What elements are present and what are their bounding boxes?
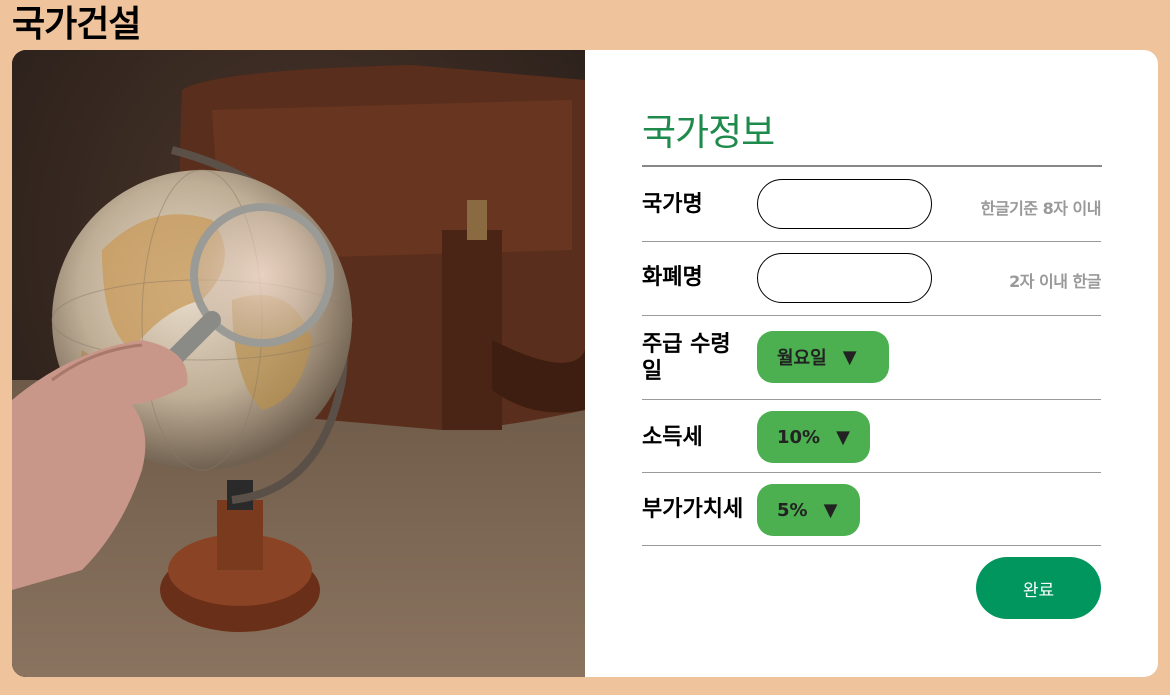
currency-name-label: 화폐명 (642, 265, 703, 290)
vat-row: 부가가치세 5% ▼ (642, 473, 1101, 546)
currency-name-input[interactable] (757, 253, 932, 303)
income-tax-label: 소득세 (642, 425, 703, 450)
main-card: 국가정보 국가명 한글기준 8자 이내 화폐명 2자 이내 한글 주급 수령일 … (12, 50, 1158, 677)
vat-label: 부가가치세 (642, 497, 744, 522)
caret-down-icon: ▼ (842, 346, 857, 368)
page-title: 국가건설 (12, 4, 141, 45)
payday-selected-value: 월요일 (777, 348, 827, 369)
country-info-form: 국가정보 국가명 한글기준 8자 이내 화폐명 2자 이내 한글 주급 수령일 … (642, 50, 1102, 677)
vat-select[interactable]: 5% ▼ (757, 484, 860, 536)
country-name-input[interactable] (757, 179, 932, 229)
income-tax-row: 소득세 10% ▼ (642, 400, 1101, 473)
payday-select[interactable]: 월요일 ▼ (757, 331, 889, 383)
currency-name-row: 화폐명 2자 이내 한글 (642, 242, 1101, 316)
complete-button[interactable]: 완료 (976, 557, 1101, 619)
currency-name-hint: 2자 이내 한글 (1009, 272, 1101, 291)
country-name-row: 국가명 한글기준 8자 이내 (642, 167, 1102, 242)
caret-down-icon: ▼ (836, 426, 850, 448)
caret-down-icon: ▼ (823, 499, 838, 521)
income-tax-select[interactable]: 10% ▼ (757, 411, 870, 463)
income-tax-selected-value: 10% (777, 426, 821, 448)
country-name-label: 국가명 (642, 192, 703, 217)
globe-photo (12, 50, 585, 677)
form-heading: 국가정보 (642, 111, 775, 154)
payday-row: 주급 수령일 월요일 ▼ (642, 316, 1101, 400)
country-name-hint: 한글기준 8자 이내 (980, 199, 1102, 218)
vat-selected-value: 5% (777, 499, 808, 521)
payday-label: 주급 수령일 (642, 332, 731, 384)
